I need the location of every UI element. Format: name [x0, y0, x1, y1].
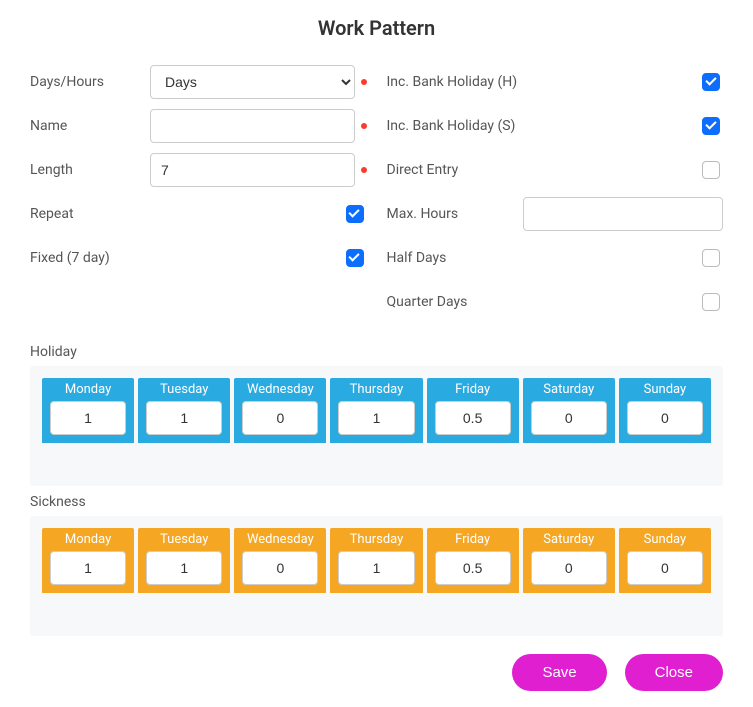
- day-name-label: Monday: [50, 532, 126, 547]
- days-hours-select[interactable]: Days: [150, 65, 355, 99]
- inc-bank-holiday-h-checkbox[interactable]: [702, 73, 720, 91]
- repeat-checkbox[interactable]: [346, 205, 364, 223]
- max-hours-label: Max. Hours: [387, 206, 459, 222]
- day-name-label: Wednesday: [242, 382, 318, 397]
- save-button[interactable]: Save: [512, 654, 606, 691]
- day-name-label: Saturday: [531, 382, 607, 397]
- holiday-value-input[interactable]: [50, 401, 126, 435]
- length-label: Length: [30, 162, 150, 178]
- max-hours-input[interactable]: [523, 197, 723, 231]
- holiday-day-cell: Monday: [42, 378, 134, 443]
- sickness-day-cell: Tuesday: [138, 528, 230, 593]
- required-dot: [361, 79, 367, 85]
- half-days-checkbox[interactable]: [702, 249, 720, 267]
- day-name-label: Tuesday: [146, 532, 222, 547]
- sickness-day-cell: Thursday: [330, 528, 422, 593]
- required-dot: [361, 167, 367, 173]
- direct-entry-checkbox[interactable]: [702, 161, 720, 179]
- close-button[interactable]: Close: [625, 654, 723, 691]
- day-name-label: Wednesday: [242, 532, 318, 547]
- inc-bank-holiday-s-label: Inc. Bank Holiday (S): [387, 118, 699, 134]
- holiday-value-input[interactable]: [146, 401, 222, 435]
- day-name-label: Thursday: [338, 532, 414, 547]
- holiday-value-input[interactable]: [627, 401, 703, 435]
- inc-bank-holiday-s-checkbox[interactable]: [702, 117, 720, 135]
- quarter-days-checkbox[interactable]: [702, 293, 720, 311]
- holiday-value-input[interactable]: [242, 401, 318, 435]
- sickness-value-input[interactable]: [627, 551, 703, 585]
- required-dot: [361, 123, 367, 129]
- repeat-label: Repeat: [30, 206, 327, 222]
- sickness-section-label: Sickness: [30, 494, 723, 510]
- direct-entry-label: Direct Entry: [387, 162, 699, 178]
- sickness-value-input[interactable]: [531, 551, 607, 585]
- holiday-day-cell: Tuesday: [138, 378, 230, 443]
- day-name-label: Saturday: [531, 532, 607, 547]
- length-input[interactable]: [150, 153, 355, 187]
- page-title: Work Pattern: [30, 16, 723, 40]
- holiday-day-cell: Sunday: [619, 378, 711, 443]
- holiday-value-input[interactable]: [531, 401, 607, 435]
- sickness-value-input[interactable]: [50, 551, 126, 585]
- day-name-label: Friday: [435, 382, 511, 397]
- holiday-value-input[interactable]: [435, 401, 511, 435]
- holiday-value-input[interactable]: [338, 401, 414, 435]
- sickness-value-input[interactable]: [435, 551, 511, 585]
- sickness-day-cell: Friday: [427, 528, 519, 593]
- fixed-checkbox[interactable]: [346, 249, 364, 267]
- day-name-label: Sunday: [627, 532, 703, 547]
- holiday-grid: Monday Tuesday Wednesday Thursday Friday Satu…: [30, 366, 723, 486]
- quarter-days-label: Quarter Days: [387, 294, 699, 310]
- name-label: Name: [30, 118, 150, 134]
- sickness-value-input[interactable]: [146, 551, 222, 585]
- holiday-section-label: Holiday: [30, 344, 723, 360]
- holiday-day-cell: Wednesday: [234, 378, 326, 443]
- inc-bank-holiday-h-label: Inc. Bank Holiday (H): [387, 74, 699, 90]
- days-hours-label: Days/Hours: [30, 74, 150, 90]
- holiday-day-cell: Thursday: [330, 378, 422, 443]
- name-input[interactable]: [150, 109, 355, 143]
- day-name-label: Monday: [50, 382, 126, 397]
- sickness-value-input[interactable]: [242, 551, 318, 585]
- fixed-label: Fixed (7 day): [30, 250, 327, 266]
- day-name-label: Tuesday: [146, 382, 222, 397]
- day-name-label: Friday: [435, 532, 511, 547]
- sickness-day-cell: Saturday: [523, 528, 615, 593]
- day-name-label: Sunday: [627, 382, 703, 397]
- sickness-day-cell: Monday: [42, 528, 134, 593]
- holiday-day-cell: Saturday: [523, 378, 615, 443]
- sickness-day-cell: Sunday: [619, 528, 711, 593]
- sickness-value-input[interactable]: [338, 551, 414, 585]
- sickness-grid: Monday Tuesday Wednesday Thursday Friday Satu…: [30, 516, 723, 636]
- sickness-day-cell: Wednesday: [234, 528, 326, 593]
- holiday-day-cell: Friday: [427, 378, 519, 443]
- half-days-label: Half Days: [387, 250, 699, 266]
- day-name-label: Thursday: [338, 382, 414, 397]
